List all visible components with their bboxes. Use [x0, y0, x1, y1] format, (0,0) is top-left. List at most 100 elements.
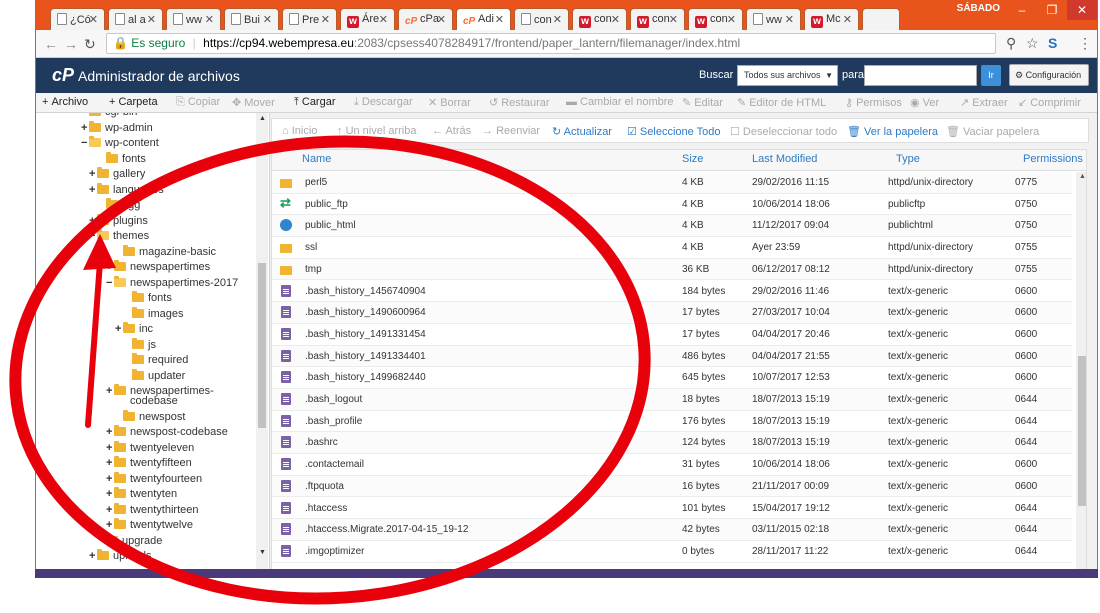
tree-item-newspost-codebase[interactable]: + newspost-codebase: [106, 425, 228, 438]
bookmark-star-icon[interactable]: ☆: [1026, 35, 1039, 52]
tree-item-wp-admin[interactable]: + wp-admin: [81, 120, 153, 134]
table-row[interactable]: ⇄ public_ftp 4 KB 10/06/2014 18:06 publicftp…: [272, 193, 1072, 216]
browser-tab[interactable]: w con ✕: [688, 8, 743, 30]
toolbar-permisos-button[interactable]: ⚷ Permisos: [845, 96, 902, 109]
tree-item-magazine-basic[interactable]: magazine-basic: [115, 244, 216, 258]
browser-tab[interactable]: ww ✕: [746, 8, 801, 30]
table-row[interactable]: perl5 4 KB 29/02/2016 11:15 httpd/unix-dire…: [272, 172, 1072, 194]
table-row[interactable]: .htaccess 101 bytes 15/04/2017 19:12 text/x…: [272, 497, 1072, 520]
browser-tab[interactable]: cP cPa ✕: [398, 8, 453, 30]
toolbar-editar-button[interactable]: ✎ Editar: [682, 96, 723, 109]
profile-label[interactable]: SÁBADO: [957, 3, 1000, 14]
tree-item-twentyten[interactable]: + twentyten: [106, 487, 177, 500]
toolbar-cargar-button[interactable]: ⤒ Cargar: [294, 96, 336, 109]
sidebar-scrollbar[interactable]: ▲ ▼: [256, 113, 268, 578]
nav-inicio-button[interactable]: ⌂ Inicio: [282, 125, 317, 137]
tree-item-inc[interactable]: + inc: [115, 322, 153, 335]
reload-icon[interactable]: ↻: [84, 36, 96, 53]
nav-actualizar-button[interactable]: ↻ Actualizar: [552, 125, 612, 138]
expand-icon[interactable]: +: [89, 168, 97, 180]
toolbar-cambiar-el-nombre-button[interactable]: ▬ Cambiar el nombre: [566, 96, 674, 108]
expand-icon[interactable]: +: [89, 550, 97, 562]
tree-item-twentythirteen[interactable]: + twentythirteen: [106, 502, 198, 516]
file-scrollbar[interactable]: ▲ ▼: [1076, 172, 1086, 577]
tree-item-newspapertimes[interactable]: + newspapertimes: [106, 260, 210, 273]
table-row[interactable]: .htaccess.Migrate.2017-04-15_19-12 42 byt…: [272, 519, 1072, 541]
tree-item-newspapertimes-2017[interactable]: − newspapertimes-2017: [106, 275, 238, 289]
browser-tab[interactable]: w con ✕: [630, 8, 685, 30]
expand-icon[interactable]: +: [106, 473, 114, 485]
expand-icon[interactable]: +: [106, 442, 114, 454]
browser-tab[interactable]: w Mc ✕: [804, 8, 859, 30]
close-tab-icon[interactable]: ✕: [553, 13, 562, 26]
tree-item-updater[interactable]: updater: [124, 368, 185, 382]
close-window-button[interactable]: ✕: [1067, 0, 1097, 20]
menu-dots-icon[interactable]: ⋮: [1078, 35, 1092, 52]
expand-icon[interactable]: +: [89, 215, 97, 227]
tree-item-wp-content[interactable]: − wp-content: [81, 136, 159, 149]
tree-item-twentyfifteen[interactable]: + twentyfifteen: [106, 456, 192, 469]
collapse-icon[interactable]: −: [89, 230, 97, 242]
tree-item-uploads[interactable]: + uploads: [89, 549, 152, 562]
url-field[interactable]: 🔒 Es seguro | https://cp94.webempresa.eu…: [106, 33, 996, 54]
table-row[interactable]: .bash_history_1499682440 645 bytes 10/07/2…: [272, 367, 1072, 389]
toolbar-borrar-button[interactable]: ✕ Borrar: [428, 96, 471, 109]
nav-deseleccionar-todo-button[interactable]: ☐ Deseleccionar todo: [730, 125, 837, 138]
sidebar-scroll-thumb[interactable]: [258, 263, 266, 428]
nav-vaciar-papelera-button[interactable]: 🗑 Vaciar papelera: [946, 125, 1039, 138]
toolbar-copiar-button[interactable]: ⎘ Copiar: [176, 96, 220, 109]
nav-seleccione-todo-button[interactable]: ☑ Seleccione Todo: [627, 125, 720, 138]
new-tab-button[interactable]: [862, 8, 900, 30]
browser-tab[interactable]: con ✕: [514, 8, 569, 30]
close-tab-icon[interactable]: ✕: [611, 13, 620, 26]
close-tab-icon[interactable]: ✕: [263, 13, 272, 26]
expand-icon[interactable]: +: [106, 261, 114, 273]
forward-nav-icon[interactable]: →: [64, 36, 78, 52]
collapse-icon[interactable]: −: [106, 277, 114, 289]
browser-tab[interactable]: cP Adi ✕: [456, 8, 511, 31]
column-type[interactable]: Type: [896, 153, 920, 165]
nav-atrás-button[interactable]: ← Atrás: [432, 125, 471, 137]
file-scroll-thumb[interactable]: [1078, 356, 1086, 506]
tree-item-upgrade[interactable]: upgrade: [98, 533, 162, 547]
tree-item-images[interactable]: images: [124, 306, 183, 320]
expand-icon[interactable]: +: [106, 488, 114, 500]
browser-tab[interactable]: w Áre ✕: [340, 8, 395, 30]
nav-ver-la-papelera-button[interactable]: 🗑 Ver la papelera: [847, 125, 938, 138]
close-tab-icon[interactable]: ✕: [321, 13, 330, 26]
table-row[interactable]: public_html 4 KB 11/12/2017 09:04 publichtm…: [272, 215, 1072, 238]
toolbar-descargar-button[interactable]: ⤓ Descargar: [354, 96, 413, 109]
expand-icon[interactable]: +: [106, 519, 114, 531]
toolbar-archivo-button[interactable]: + Archivo: [42, 96, 88, 108]
settings-button[interactable]: ⚙ Configuración: [1009, 64, 1089, 86]
table-row[interactable]: .ftpquota 16 bytes 21/11/2017 00:09 text/x-…: [272, 475, 1072, 498]
browser-tab[interactable]: Bui ✕: [224, 8, 279, 30]
table-row[interactable]: .bashrc 124 bytes 18/07/2013 15:19 text/x-g…: [272, 432, 1072, 455]
expand-icon[interactable]: +: [106, 385, 114, 397]
nav-un-nivel-arriba-button[interactable]: ↑ Un nivel arriba: [337, 125, 416, 137]
close-tab-icon[interactable]: ✕: [89, 13, 98, 26]
column-size[interactable]: Size: [682, 153, 703, 165]
scroll-down-icon[interactable]: ▼: [259, 549, 266, 556]
tree-item-languages[interactable]: + languages: [89, 182, 164, 196]
browser-tab[interactable]: Pre ✕: [282, 8, 337, 30]
browser-tab[interactable]: w con ✕: [572, 8, 627, 30]
tree-item-twentyfourteen[interactable]: + twentyfourteen: [106, 471, 202, 485]
table-row[interactable]: .bash_logout 18 bytes 18/07/2013 15:19 text…: [272, 389, 1072, 411]
toolbar-restaurar-button[interactable]: ↺ Restaurar: [489, 96, 550, 109]
close-tab-icon[interactable]: ✕: [147, 13, 156, 26]
tree-item-newspost[interactable]: newspost: [115, 409, 185, 423]
close-tab-icon[interactable]: ✕: [785, 13, 794, 26]
tree-item-gallery[interactable]: + gallery: [89, 167, 145, 180]
close-tab-icon[interactable]: ✕: [495, 13, 504, 26]
toolbar-extraer-button[interactable]: ↗ Extraer: [960, 96, 1008, 109]
browser-tab[interactable]: al a ✕: [108, 8, 163, 30]
close-tab-icon[interactable]: ✕: [437, 13, 446, 26]
toolbar-carpeta-button[interactable]: + Carpeta: [109, 96, 158, 108]
tree-item-required[interactable]: required: [124, 353, 188, 366]
expand-icon[interactable]: +: [106, 457, 114, 469]
search-scope-select[interactable]: Todos sus archivos ▼: [737, 65, 838, 86]
scroll-up-icon[interactable]: ▲: [259, 115, 266, 122]
search-input[interactable]: [864, 65, 977, 86]
toolbar-comprimir-button[interactable]: ↙ Comprimir: [1018, 96, 1081, 109]
